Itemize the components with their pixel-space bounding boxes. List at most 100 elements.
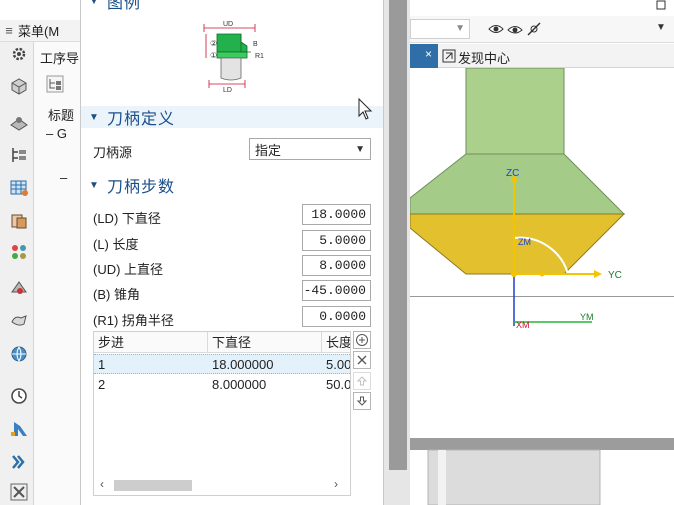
legend-r1-label: R1 [255, 53, 264, 60]
holder-definition-title: 刀柄定义 [107, 111, 176, 128]
scrollbar-thumb[interactable] [114, 480, 192, 491]
cursor-icon [358, 98, 373, 120]
legend-step2-label: ② [210, 39, 217, 48]
history-icon[interactable] [9, 310, 29, 330]
corner-radius-label: (R1) 拐角半径 [93, 313, 174, 328]
holder-steps-title: 刀柄步数 [107, 179, 176, 196]
scroll-right-icon[interactable]: › [334, 477, 338, 491]
window-control-icon[interactable] [656, 0, 666, 10]
holder-3d-view[interactable]: ZC YC ZM XM YM [410, 68, 674, 505]
splitter-handle[interactable] [389, 0, 407, 470]
column-header-lower-diameter[interactable]: 下直径 [208, 332, 322, 353]
close-icon [357, 355, 367, 365]
operation-navigator-panel: 工序导 标题 – G – [34, 42, 80, 505]
collapse-icon[interactable]: ▼ [81, 0, 107, 7]
legend-section-title: 图例 [107, 0, 142, 12]
length-label: (L) 长度 [93, 237, 139, 252]
show-hide-icon[interactable] [488, 21, 504, 37]
holder-legend-diagram: UD B R1 LD ② ① [203, 21, 264, 94]
operation-navigator-icon[interactable] [9, 145, 29, 165]
collapse-icon[interactable]: ▼ [81, 180, 107, 191]
legend-ld-label: LD [223, 87, 232, 94]
taper-angle-input[interactable]: -45.0000 [302, 280, 371, 301]
chevron-down-icon[interactable]: ▼ [355, 144, 365, 155]
arrow-down-icon [356, 396, 368, 406]
chevron-down-icon[interactable]: ▼ [455, 23, 465, 34]
tool-holder-dialog: ▼ 图例 UD B R1 LD ② ① ▼ 刀柄定义 刀柄源 指定 ▼ ▼ 刀柄… [80, 0, 384, 505]
add-icon [356, 334, 368, 346]
length-input[interactable]: 5.0000 [302, 230, 371, 251]
legend-step1-label: ① [210, 51, 217, 60]
legend-section-header[interactable]: ▼ 图例 [81, 0, 383, 12]
collapse-icon[interactable]: ▼ [81, 112, 107, 123]
holder-source-value: 指定 [255, 142, 282, 158]
upper-diameter-label: (UD) 上直径 [93, 262, 164, 277]
add-step-button[interactable] [353, 331, 371, 349]
cell-step: 2 [98, 377, 106, 392]
system-materials-icon[interactable] [9, 452, 29, 472]
cell-length: 50.0 [326, 377, 351, 392]
lower-diameter-label: (LD) 下直径 [93, 211, 161, 226]
lower-diameter-input[interactable]: 18.0000 [302, 204, 371, 225]
close-tab-icon[interactable]: × [425, 47, 432, 61]
move-down-button[interactable] [353, 392, 371, 410]
toolbar-options-icon[interactable]: ▼ [656, 22, 666, 33]
menu-icon[interactable]: ≡ [0, 23, 18, 38]
tree-node[interactable]: – G [46, 126, 67, 141]
holder-definition-section-header[interactable]: ▼ 刀柄定义 [81, 106, 383, 128]
assembly-navigator-icon[interactable] [9, 112, 29, 132]
cell-lower-diameter: 18.000000 [212, 357, 274, 372]
roles-icon[interactable] [9, 419, 29, 439]
web-browser-icon[interactable] [9, 278, 29, 298]
holder-source-select[interactable]: 指定 ▼ [249, 138, 371, 160]
cell-step: 1 [98, 357, 106, 372]
globe-icon[interactable] [9, 344, 29, 364]
upper-diameter-input[interactable]: 8.0000 [302, 255, 371, 276]
axis-zm-label: ZM [518, 237, 531, 247]
graphics-window[interactable]: × 发现中心 ZC YC ZM XM YM [410, 44, 674, 505]
axis-ym-label: YM [580, 312, 594, 322]
scroll-left-icon[interactable]: ‹ [100, 477, 104, 491]
move-up-button[interactable] [353, 372, 371, 390]
hd3d-tools-icon[interactable] [9, 242, 29, 262]
menu-bar[interactable]: ≡ 菜单(M [0, 20, 80, 42]
eye-icon[interactable] [507, 21, 523, 37]
holder-source-label: 刀柄源 [93, 145, 133, 160]
holder-steps-table: 步进 下直径 长度 1 18.000000 5.00 2 8.000000 50… [93, 331, 351, 496]
holder-steps-section-header[interactable]: ▼ 刀柄步数 [81, 174, 383, 196]
column-header-step[interactable]: 步进 [94, 332, 208, 353]
view-toolbar: ▼ ▼ [410, 16, 674, 43]
column-header-length[interactable]: 长度 [322, 332, 350, 353]
active-tab[interactable]: × [410, 44, 438, 68]
cell-length: 5.00 [326, 357, 351, 372]
discovery-center-tab[interactable]: 发现中心 [458, 48, 510, 67]
axis-zc-label: ZC [506, 168, 519, 179]
legend-b-label: B [253, 41, 258, 48]
graphics-tab-bar: × 发现中心 [410, 44, 674, 68]
corner-radius-input[interactable]: 0.0000 [302, 306, 371, 327]
table-row[interactable]: 2 8.000000 50.0 [94, 375, 351, 395]
tree-view-icon[interactable] [46, 75, 64, 93]
filter-select[interactable]: ▼ [410, 19, 470, 39]
axis-xm-label: XM [516, 320, 530, 330]
menu-label[interactable]: 菜单(M [18, 21, 59, 40]
horizontal-scrollbar[interactable]: ‹ › [94, 475, 350, 495]
tools-icon[interactable] [9, 482, 29, 502]
operation-navigator-title[interactable]: 工序导 [40, 48, 79, 67]
reuse-library-icon[interactable] [9, 211, 29, 231]
clock-icon[interactable] [9, 386, 29, 406]
legend-ud-label: UD [223, 21, 233, 28]
gear-icon[interactable] [9, 44, 29, 64]
hide-icon[interactable] [526, 21, 542, 37]
table-row[interactable]: 1 18.000000 5.00 [94, 354, 351, 374]
discovery-center-icon[interactable] [442, 49, 456, 63]
column-title[interactable]: 标题 [48, 105, 74, 124]
machine-tool-navigator-icon[interactable] [9, 178, 29, 198]
delete-step-button[interactable] [353, 351, 371, 369]
part-navigator-icon[interactable] [9, 76, 29, 96]
taper-angle-label: (B) 锥角 [93, 287, 140, 302]
tree-node-child[interactable]: – [60, 170, 67, 185]
resource-bar [0, 42, 34, 505]
arrow-up-icon [356, 376, 368, 386]
cell-lower-diameter: 8.000000 [212, 377, 267, 392]
